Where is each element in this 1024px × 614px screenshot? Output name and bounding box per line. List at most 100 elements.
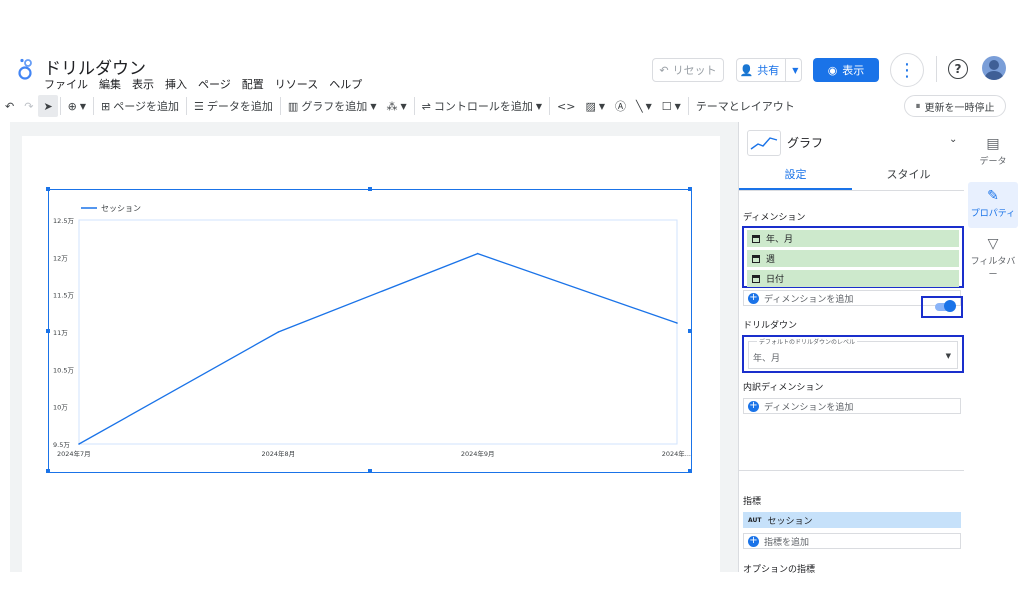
menu-view[interactable]: 表示 <box>132 76 154 92</box>
image-button[interactable]: ▨ ▼ <box>580 95 610 117</box>
calendar-icon <box>752 274 760 283</box>
x-tick-label: 2024年7月 <box>57 449 91 458</box>
reset-button[interactable]: ↶ リセット <box>652 58 724 82</box>
properties-panel: グラフ ⌄ 設定 スタイル ディメンション 年、月 週 日付 + ディメンションを… <box>738 122 965 575</box>
panel-tabs: 設定 スタイル <box>739 166 965 191</box>
dimension-chip[interactable]: 日付 <box>747 270 959 287</box>
zoom-icon: ⊕ <box>67 99 77 113</box>
rail-filter-bar[interactable]: ▽ フィルタバー <box>968 236 1018 280</box>
calendar-icon <box>752 254 760 263</box>
chart-plot: セッション 12.5万 12万 11.5万 11万 10.5万 10万 9.5万2024年7月… <box>53 204 691 458</box>
eye-icon: ◉ <box>827 63 838 77</box>
shape-button[interactable]: ☐ ▼ <box>657 95 686 117</box>
x-tick-label: 2024年... <box>662 449 691 458</box>
chart-type-icon[interactable] <box>747 130 781 156</box>
y-tick-label: 11.5万 <box>53 292 74 300</box>
menu-insert[interactable]: 挿入 <box>165 76 187 92</box>
add-page-button[interactable]: ⊞ ページを追加 <box>96 95 184 117</box>
default-level-select[interactable]: デフォルトのドリルダウンのレベル 年、月 ▼ <box>748 337 958 369</box>
share-button[interactable]: 👤 共有 ▼ <box>736 58 802 82</box>
y-tick-label: 12.5万 <box>53 217 74 225</box>
add-page-icon: ⊞ <box>101 99 111 113</box>
tab-setup[interactable]: 設定 <box>739 166 852 182</box>
add-data-icon: ☰ <box>194 99 204 113</box>
rail-properties[interactable]: ✎ プロパティ <box>968 182 1018 228</box>
drilldown-label: ドリルダウン <box>743 321 798 331</box>
rectangle-icon: ☐ <box>661 99 672 113</box>
avatar[interactable] <box>982 56 1006 80</box>
metric-chip[interactable]: AUT セッション <box>743 512 961 528</box>
menu-edit[interactable]: 編集 <box>99 76 121 92</box>
redo-icon[interactable]: ↷ <box>19 95 38 117</box>
help-icon[interactable]: ? <box>948 59 968 79</box>
data-point <box>277 331 280 333</box>
add-chart-button[interactable]: ▥ グラフを追加 ▼ <box>283 95 382 117</box>
line-button[interactable]: ╲ ▼ <box>631 95 657 117</box>
data-icon: ▤ <box>986 136 1000 152</box>
control-icon: ⇌ <box>421 99 431 113</box>
series-line <box>78 252 678 445</box>
panel-title: グラフ <box>787 136 824 150</box>
undo-arrow-icon: ↶ <box>659 63 669 77</box>
chevron-down-icon[interactable]: ⌄ <box>949 134 957 145</box>
add-data-button[interactable]: ☰ データを追加 <box>189 95 278 117</box>
y-tick-label: 10万 <box>53 404 68 412</box>
undo-icon[interactable]: ↶ <box>0 95 19 117</box>
line-icon: ╲ <box>636 99 643 113</box>
select-pointer-icon[interactable]: ➤ <box>38 95 58 117</box>
add-control-button[interactable]: ⇌ コントロールを追加 ▼ <box>417 95 547 117</box>
data-point <box>78 443 80 445</box>
canvas-area: セッション 12.5万 12万 11.5万 11万 10.5万 10万 9.5万 2024年7月… <box>10 122 738 572</box>
pause-icon: ⏸ <box>915 100 921 112</box>
more-options-button[interactable]: ⋮ <box>890 53 924 87</box>
community-viz-button[interactable]: ⁂ ▼ <box>381 95 411 117</box>
menu-page[interactable]: ページ <box>198 76 231 92</box>
add-metric-button[interactable]: + 指標を追加 <box>743 533 961 549</box>
default-level-highlight: デフォルトのドリルダウンのレベル 年、月 ▼ <box>742 335 964 373</box>
filter-icon: ▽ <box>987 236 999 252</box>
drilldown-toggle[interactable] <box>935 300 956 312</box>
dimension-chip[interactable]: 年、月 <box>747 230 959 247</box>
add-person-icon: 👤 <box>739 63 754 77</box>
dimension-chip[interactable]: 週 <box>747 250 959 267</box>
right-rail: ▤ データ ✎ プロパティ ▽ フィルタバー <box>964 122 1024 572</box>
x-tick-label: 2024年8月 <box>261 449 295 458</box>
report-page[interactable]: セッション 12.5万 12万 11.5万 11万 10.5万 10万 9.5万 2024年7月… <box>22 136 720 572</box>
rail-data[interactable]: ▤ データ <box>968 136 1018 176</box>
view-button[interactable]: ◉ 表示 <box>813 58 879 82</box>
text-box-icon[interactable]: Ⓐ <box>610 95 631 117</box>
tab-style[interactable]: スタイル <box>852 166 965 182</box>
embed-code-icon[interactable]: <> <box>552 95 580 117</box>
theme-layout-button[interactable]: テーマとレイアウト <box>691 95 800 117</box>
y-tick-label: 12万 <box>53 254 68 262</box>
menu-resource[interactable]: リソース <box>275 76 318 92</box>
drilldown-toggle-highlight <box>921 296 963 318</box>
app: ドリルダウン ファイル 編集 表示 挿入 ページ 配置 リソース ヘルプ ↶ リ… <box>0 50 1024 575</box>
header-divider <box>936 56 937 82</box>
share-divider <box>785 59 787 81</box>
plus-icon: + <box>748 400 759 412</box>
pause-updates-button[interactable]: ⏸ 更新を一時停止 <box>904 95 1006 117</box>
zoom-button[interactable]: ⊕ ▼ <box>63 95 91 117</box>
time-series-chart[interactable]: セッション 12.5万 12万 11.5万 11万 10.5万 10万 9.5万 2024年7月… <box>46 187 692 473</box>
plus-icon: + <box>748 535 759 547</box>
y-tick-label: 10.5万 <box>53 366 74 374</box>
menu-bar: ファイル 編集 表示 挿入 ページ 配置 リソース ヘルプ <box>44 76 362 92</box>
dimension-list: 年、月 週 日付 <box>742 226 964 288</box>
plot-area <box>78 219 678 445</box>
pencil-icon: ✎ <box>987 188 999 204</box>
add-breakdown-button[interactable]: + ディメンションを追加 <box>743 398 961 414</box>
menu-arrange[interactable]: 配置 <box>242 76 264 92</box>
add-chart-icon: ▥ <box>287 99 299 113</box>
metric-section-label: 指標 <box>743 497 762 507</box>
x-tick-label: 2024年9月 <box>461 449 495 458</box>
calendar-icon <box>752 234 760 243</box>
menu-help[interactable]: ヘルプ <box>329 76 362 92</box>
auto-badge: AUT <box>748 516 762 524</box>
share-dropdown-icon[interactable]: ▼ <box>792 66 798 75</box>
looker-studio-logo-icon[interactable] <box>16 58 34 80</box>
plus-icon: + <box>748 292 759 304</box>
menu-file[interactable]: ファイル <box>44 76 88 92</box>
data-point <box>476 252 479 255</box>
optional-metrics-label: オプションの指標 <box>743 565 816 575</box>
